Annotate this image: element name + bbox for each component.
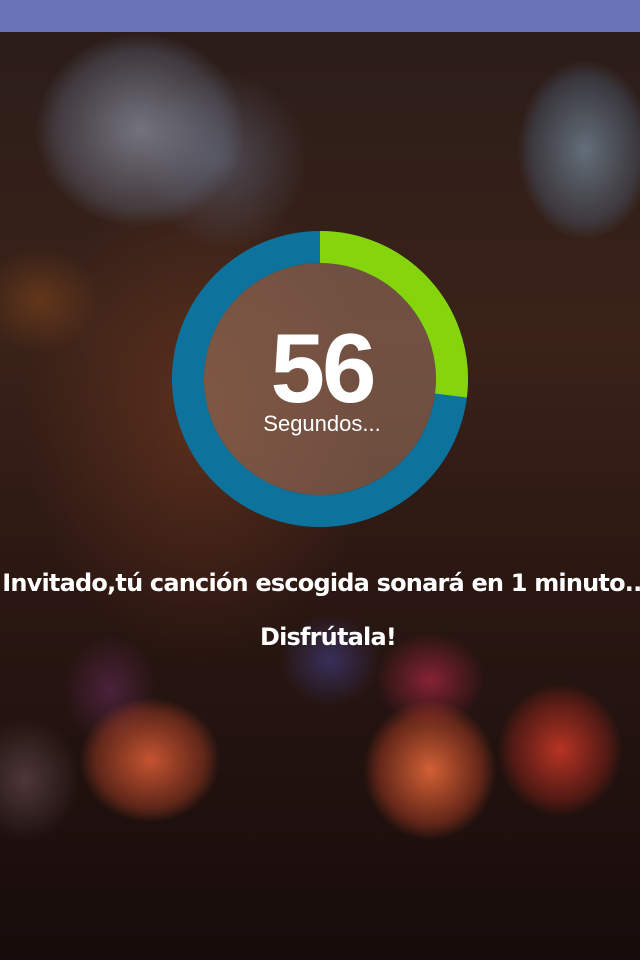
seconds-unit-label: Segundos... (263, 411, 381, 436)
song-notice-text: Invitado,tú canción escogida sonará en 1… (2, 569, 640, 597)
status-bar (0, 0, 640, 32)
countdown-screen: 56 Segundos... Invitado,tú canción escog… (0, 0, 640, 960)
enjoy-text: Disfrútala! (259, 623, 397, 651)
countdown-timer: 56 Segundos... (172, 226, 472, 536)
seconds-counter: 56 (270, 313, 376, 423)
